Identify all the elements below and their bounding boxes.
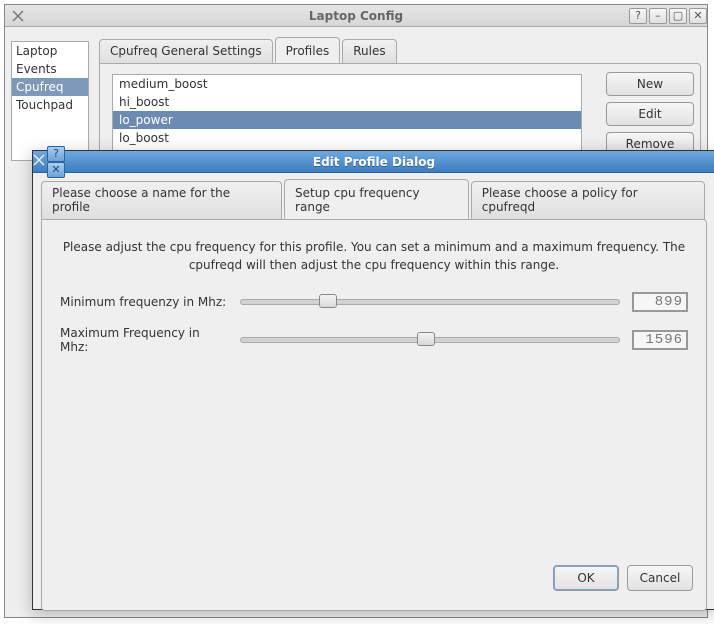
min-freq-thumb[interactable] — [319, 294, 337, 308]
min-freq-value: 899 — [632, 292, 688, 312]
profile-buttons: New Edit Remove — [606, 72, 694, 156]
edit-button[interactable]: Edit — [606, 102, 694, 126]
dialog-body: Please choose a name for the profile Set… — [41, 179, 707, 601]
main-titlebar: Laptop Config ? – ▢ ✕ — [5, 5, 707, 27]
max-freq-row: Maximum Frequency in Mhz: 1596 — [60, 326, 688, 354]
cancel-button[interactable]: Cancel — [627, 565, 693, 591]
list-item[interactable]: hi_boost — [113, 93, 581, 111]
tab-general-settings[interactable]: Cpufreq General Settings — [99, 39, 273, 65]
edit-profile-dialog: Edit Profile Dialog ? ✕ Please choose a … — [32, 150, 714, 610]
tab-policy[interactable]: Please choose a policy for cpufreqd — [471, 181, 705, 221]
tab-rules[interactable]: Rules — [342, 39, 396, 65]
max-freq-thumb[interactable] — [417, 332, 435, 346]
max-freq-slider[interactable] — [240, 337, 620, 343]
new-button[interactable]: New — [606, 72, 694, 96]
freq-range-pane: Please adjust the cpu frequency for this… — [41, 219, 707, 611]
main-title: Laptop Config — [5, 9, 707, 23]
list-item[interactable]: lo_power — [113, 111, 581, 129]
tab-profile-name[interactable]: Please choose a name for the profile — [41, 181, 282, 221]
min-freq-label: Minimum frequenzy in Mhz: — [60, 295, 228, 309]
sidebar-item-cpufreq[interactable]: Cpufreq — [12, 78, 88, 96]
tab-profiles[interactable]: Profiles — [275, 37, 341, 63]
min-freq-row: Minimum frequenzy in Mhz: 899 — [60, 292, 688, 312]
dialog-title: Edit Profile Dialog — [33, 155, 714, 169]
list-item[interactable]: lo_boost — [113, 129, 581, 147]
main-tabstrip: Cpufreq General Settings Profiles Rules — [99, 37, 701, 63]
list-item[interactable]: medium_boost — [113, 75, 581, 93]
dialog-titlebar: Edit Profile Dialog ? ✕ — [33, 151, 714, 173]
ok-button[interactable]: OK — [553, 565, 619, 591]
dialog-tabstrip: Please choose a name for the profile Set… — [41, 179, 707, 219]
sidebar-item-events[interactable]: Events — [12, 60, 88, 78]
tab-freq-range[interactable]: Setup cpu frequency range — [284, 179, 469, 219]
freq-range-description: Please adjust the cpu frequency for this… — [60, 238, 688, 274]
sidebar-item-touchpad[interactable]: Touchpad — [12, 96, 88, 114]
sidebar: Laptop Events Cpufreq Touchpad — [11, 41, 89, 161]
profile-list[interactable]: medium_boost hi_boost lo_power lo_boost — [112, 74, 582, 154]
max-freq-label: Maximum Frequency in Mhz: — [60, 326, 228, 354]
sidebar-item-laptop[interactable]: Laptop — [12, 42, 88, 60]
max-freq-value: 1596 — [632, 330, 688, 350]
min-freq-slider[interactable] — [240, 299, 620, 305]
dialog-buttons: OK Cancel — [553, 565, 693, 591]
